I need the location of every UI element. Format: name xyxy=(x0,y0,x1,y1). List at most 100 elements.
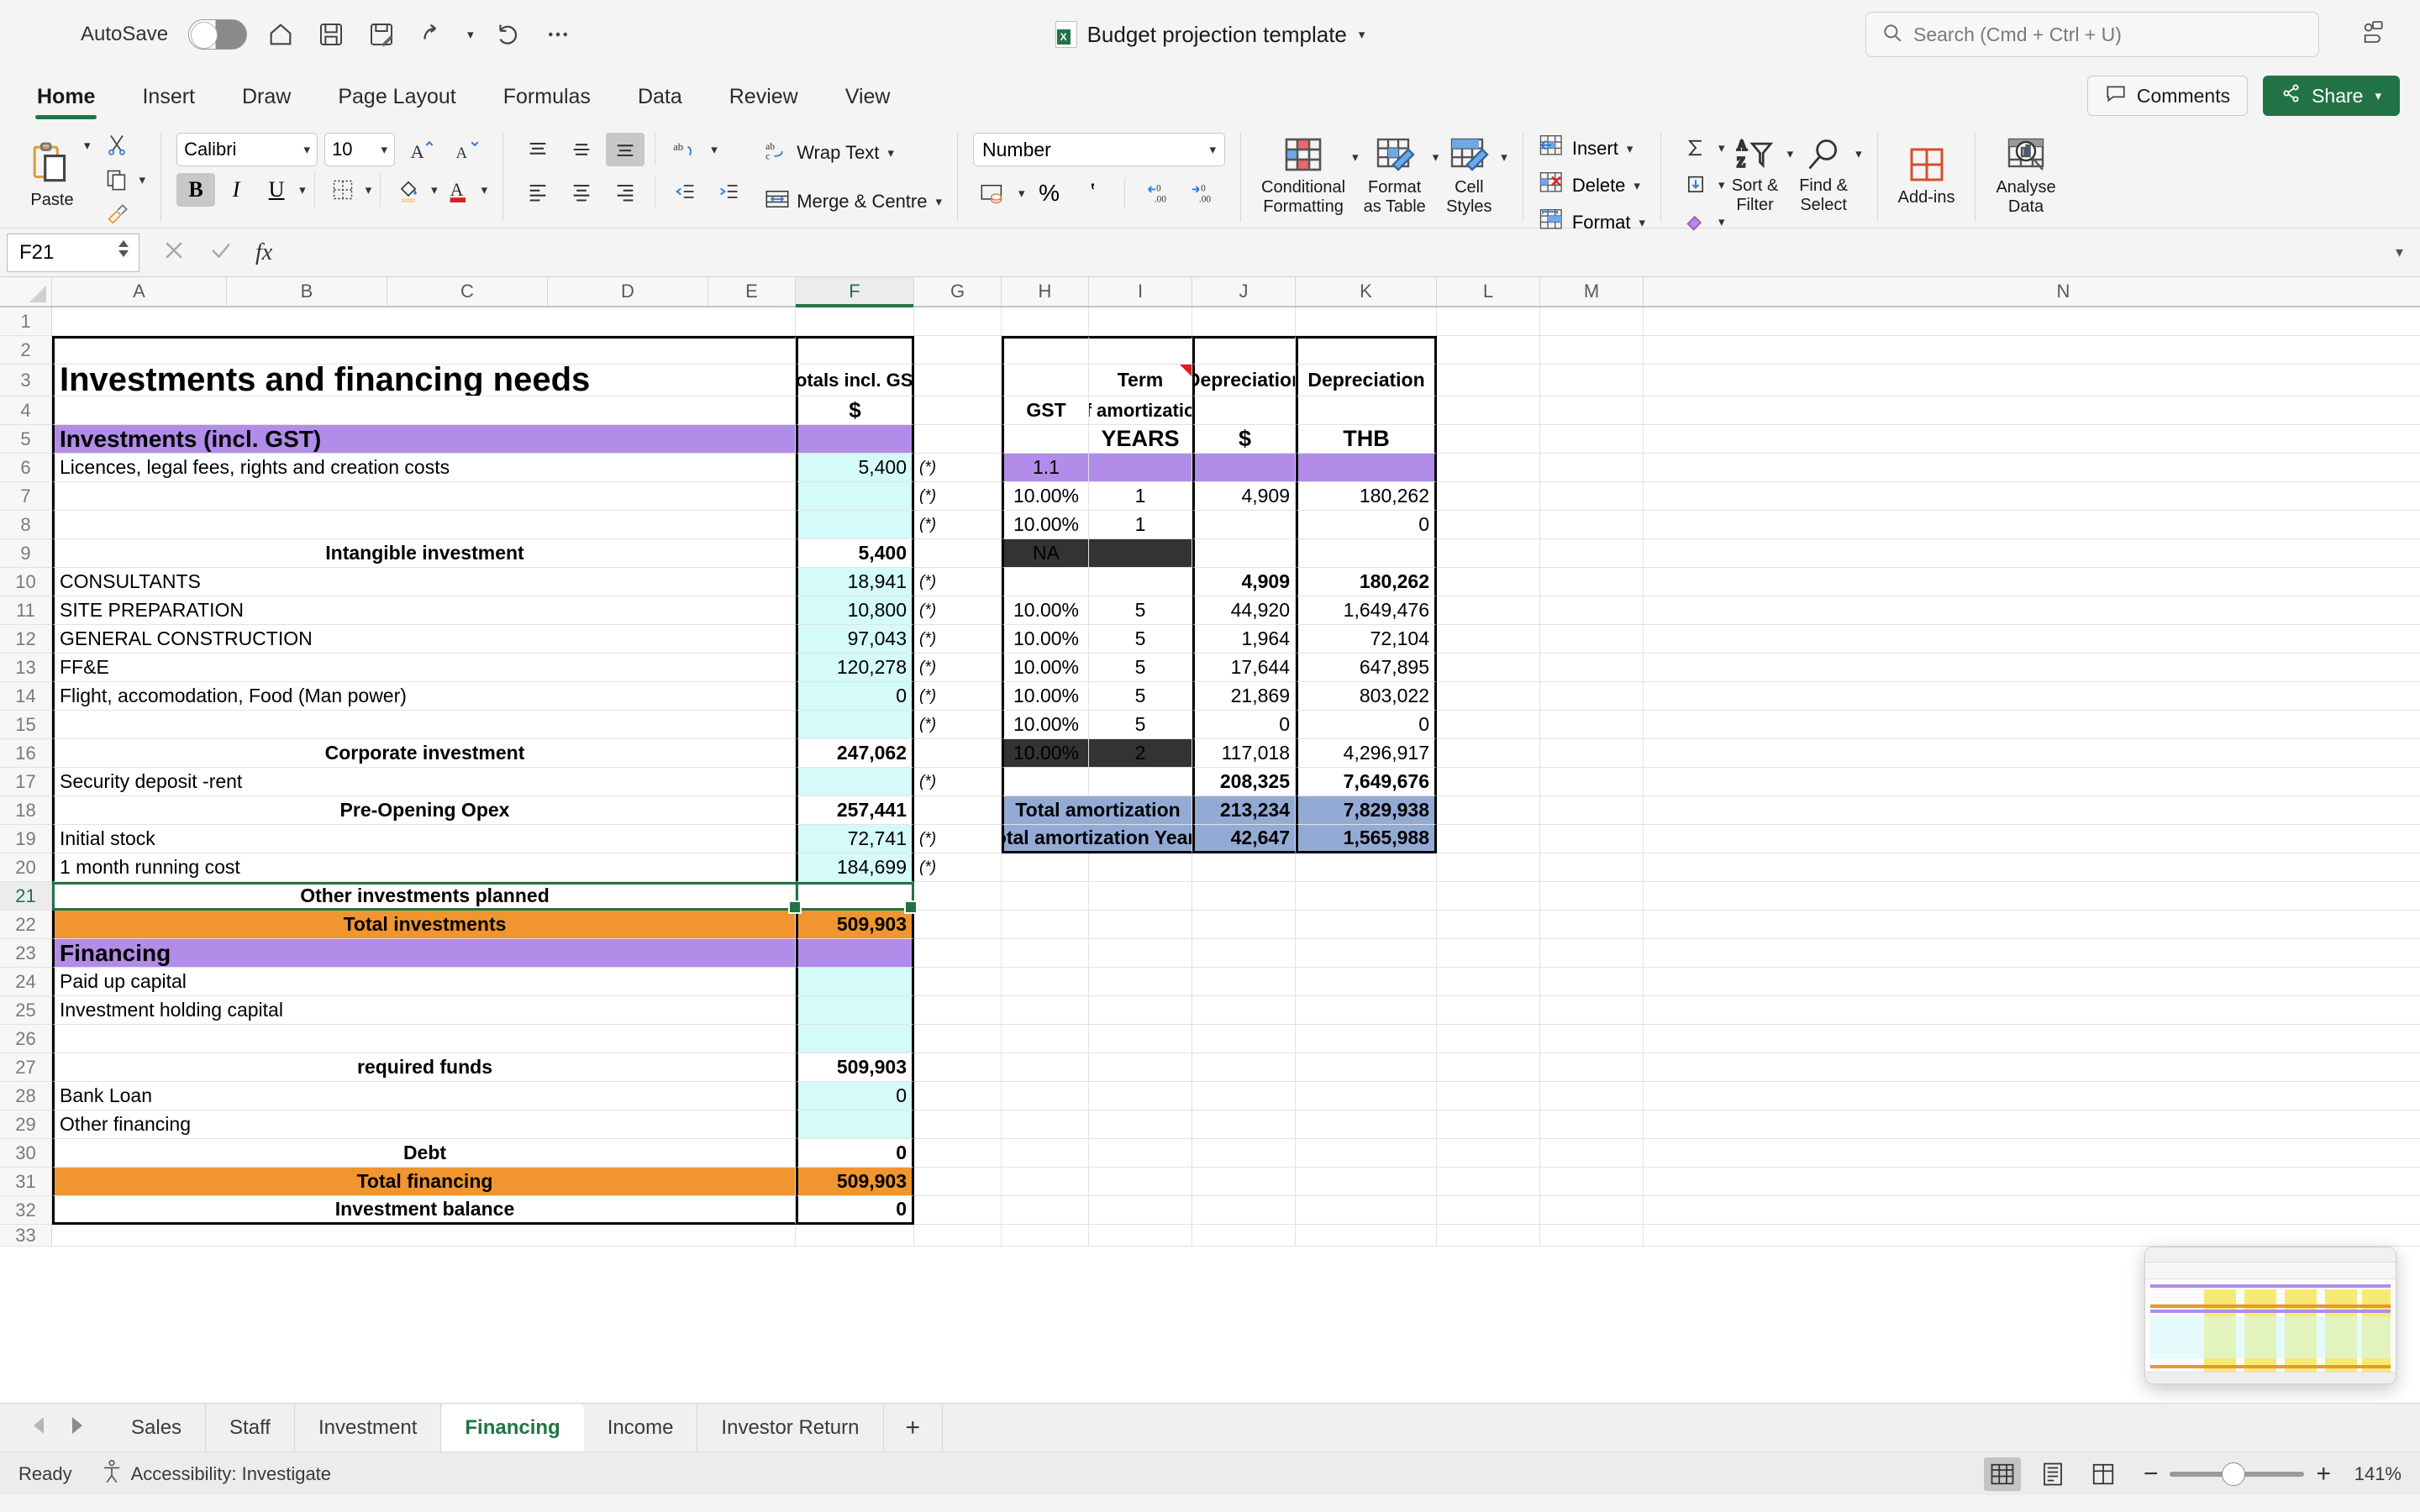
cell-i14[interactable]: 5 xyxy=(1089,682,1192,711)
cell-i30[interactable] xyxy=(1089,1139,1192,1168)
cell-k28[interactable] xyxy=(1296,1082,1437,1110)
save-icon[interactable] xyxy=(314,18,348,51)
font-family-select[interactable]: Calibri ▾ xyxy=(176,133,318,166)
cell-j23[interactable] xyxy=(1192,939,1296,968)
cell-m24[interactable] xyxy=(1540,968,1644,996)
column-header-j[interactable]: J xyxy=(1192,277,1296,306)
cell-a22[interactable]: Total investments xyxy=(52,911,796,939)
cell-k2[interactable] xyxy=(1296,336,1437,365)
cell-n31[interactable] xyxy=(1644,1168,2420,1196)
cell-i11[interactable]: 5 xyxy=(1089,596,1192,625)
previous-sheet-icon[interactable] xyxy=(30,1415,49,1441)
cell-j2[interactable] xyxy=(1192,336,1296,365)
sheet-preview-thumbnail[interactable] xyxy=(2144,1247,2396,1384)
column-header-n[interactable]: N xyxy=(1644,277,2420,306)
cell-n21[interactable] xyxy=(1644,882,2420,911)
name-box[interactable]: F21 xyxy=(7,233,139,272)
cell-j14[interactable]: 21,869 xyxy=(1192,682,1296,711)
cell-i15[interactable]: 5 xyxy=(1089,711,1192,739)
cell-n23[interactable] xyxy=(1644,939,2420,968)
cell-n1[interactable] xyxy=(1644,307,2420,336)
cell-f21[interactable] xyxy=(796,882,914,911)
cell-n32[interactable] xyxy=(1644,1196,2420,1225)
cell-g5[interactable] xyxy=(914,425,1002,454)
cell-l24[interactable] xyxy=(1437,968,1540,996)
cell-n27[interactable] xyxy=(1644,1053,2420,1082)
cell-g25[interactable] xyxy=(914,996,1002,1025)
align-right-icon[interactable] xyxy=(606,175,644,208)
cell-h6[interactable]: 1.1 xyxy=(1002,454,1089,482)
cell-k5[interactable]: THB xyxy=(1296,425,1437,454)
cell-a28[interactable]: Bank Loan xyxy=(52,1082,796,1110)
cell-f8[interactable] xyxy=(796,511,914,539)
cell-k8[interactable]: 0 xyxy=(1296,511,1437,539)
cell-j20[interactable] xyxy=(1192,853,1296,882)
row-header-32[interactable]: 32 xyxy=(0,1196,52,1225)
cell-i12[interactable]: 5 xyxy=(1089,625,1192,654)
borders-chevron-down-icon[interactable]: ▾ xyxy=(366,182,372,197)
cell-l30[interactable] xyxy=(1437,1139,1540,1168)
cell-k20[interactable] xyxy=(1296,853,1437,882)
cell-f26[interactable] xyxy=(796,1025,914,1053)
sheet-tab-investor-return[interactable]: Investor Return xyxy=(697,1404,884,1452)
cell-m10[interactable] xyxy=(1540,568,1644,596)
wrap-text-button[interactable]: ab c Wrap Text ▾ xyxy=(765,134,942,171)
tab-data[interactable]: Data xyxy=(614,85,706,121)
cell-j18[interactable]: 213,234 xyxy=(1192,796,1296,825)
cell-l31[interactable] xyxy=(1437,1168,1540,1196)
decrease-font-size-icon[interactable]: A xyxy=(447,133,486,166)
cell-g6[interactable]: (*) xyxy=(914,454,1002,482)
cell-n4[interactable] xyxy=(1644,396,2420,425)
cell-n16[interactable] xyxy=(1644,739,2420,768)
cell-g33[interactable] xyxy=(914,1225,1002,1247)
cell-a2[interactable] xyxy=(52,336,796,365)
column-header-l[interactable]: L xyxy=(1437,277,1540,306)
name-box-spinner[interactable] xyxy=(117,239,130,258)
clear-chevron-down-icon[interactable]: ▾ xyxy=(1718,214,1725,229)
decrease-decimal-icon[interactable]: 0.00 xyxy=(1181,176,1219,210)
cell-l26[interactable] xyxy=(1437,1025,1540,1053)
cell-k16[interactable]: 4,296,917 xyxy=(1296,739,1437,768)
cell-n5[interactable] xyxy=(1644,425,2420,454)
cell-k9[interactable] xyxy=(1296,539,1437,568)
cell-a6[interactable]: Licences, legal fees, rights and creatio… xyxy=(52,454,796,482)
cell-m29[interactable] xyxy=(1540,1110,1644,1139)
cell-a31[interactable]: Total financing xyxy=(52,1168,796,1196)
fill-color-chevron-down-icon[interactable]: ▾ xyxy=(431,182,438,197)
row-header-28[interactable]: 28 xyxy=(0,1082,52,1110)
autosum-icon[interactable] xyxy=(1676,131,1715,165)
zoom-level-label[interactable]: 141% xyxy=(2343,1463,2402,1485)
cell-m12[interactable] xyxy=(1540,625,1644,654)
next-sheet-icon[interactable] xyxy=(67,1415,86,1441)
cell-f1[interactable] xyxy=(796,307,914,336)
cell-g30[interactable] xyxy=(914,1139,1002,1168)
cell-h26[interactable] xyxy=(1002,1025,1089,1053)
cell-h16[interactable]: 10.00% xyxy=(1002,739,1089,768)
cell-a26[interactable] xyxy=(52,1025,796,1053)
cell-a19[interactable]: Initial stock xyxy=(52,825,796,853)
row-header-27[interactable]: 27 xyxy=(0,1053,52,1082)
cell-g3[interactable] xyxy=(914,365,1002,396)
column-header-c[interactable]: C xyxy=(387,277,548,306)
cell-a13[interactable]: FF&E xyxy=(52,654,796,682)
delete-chevron-down-icon[interactable]: ▾ xyxy=(1634,178,1640,193)
cell-i9[interactable] xyxy=(1089,539,1192,568)
cell-i21[interactable] xyxy=(1089,882,1192,911)
align-middle-icon[interactable] xyxy=(562,133,601,166)
row-header-24[interactable]: 24 xyxy=(0,968,52,996)
cell-h31[interactable] xyxy=(1002,1168,1089,1196)
cell-h1[interactable] xyxy=(1002,307,1089,336)
row-header-31[interactable]: 31 xyxy=(0,1168,52,1196)
paste-button[interactable]: Paste xyxy=(22,126,82,225)
cell-l7[interactable] xyxy=(1437,482,1540,511)
accessibility-status[interactable]: Accessibility: Investigate xyxy=(131,1463,331,1485)
cell-k23[interactable] xyxy=(1296,939,1437,968)
cell-l29[interactable] xyxy=(1437,1110,1540,1139)
cell-i8[interactable]: 1 xyxy=(1089,511,1192,539)
underline-button[interactable]: U xyxy=(257,173,296,207)
cell-f19[interactable]: 72,741 xyxy=(796,825,914,853)
row-header-12[interactable]: 12 xyxy=(0,625,52,654)
cell-m14[interactable] xyxy=(1540,682,1644,711)
fill-icon[interactable] xyxy=(1676,168,1715,202)
insert-function-icon[interactable]: fx xyxy=(255,239,272,266)
